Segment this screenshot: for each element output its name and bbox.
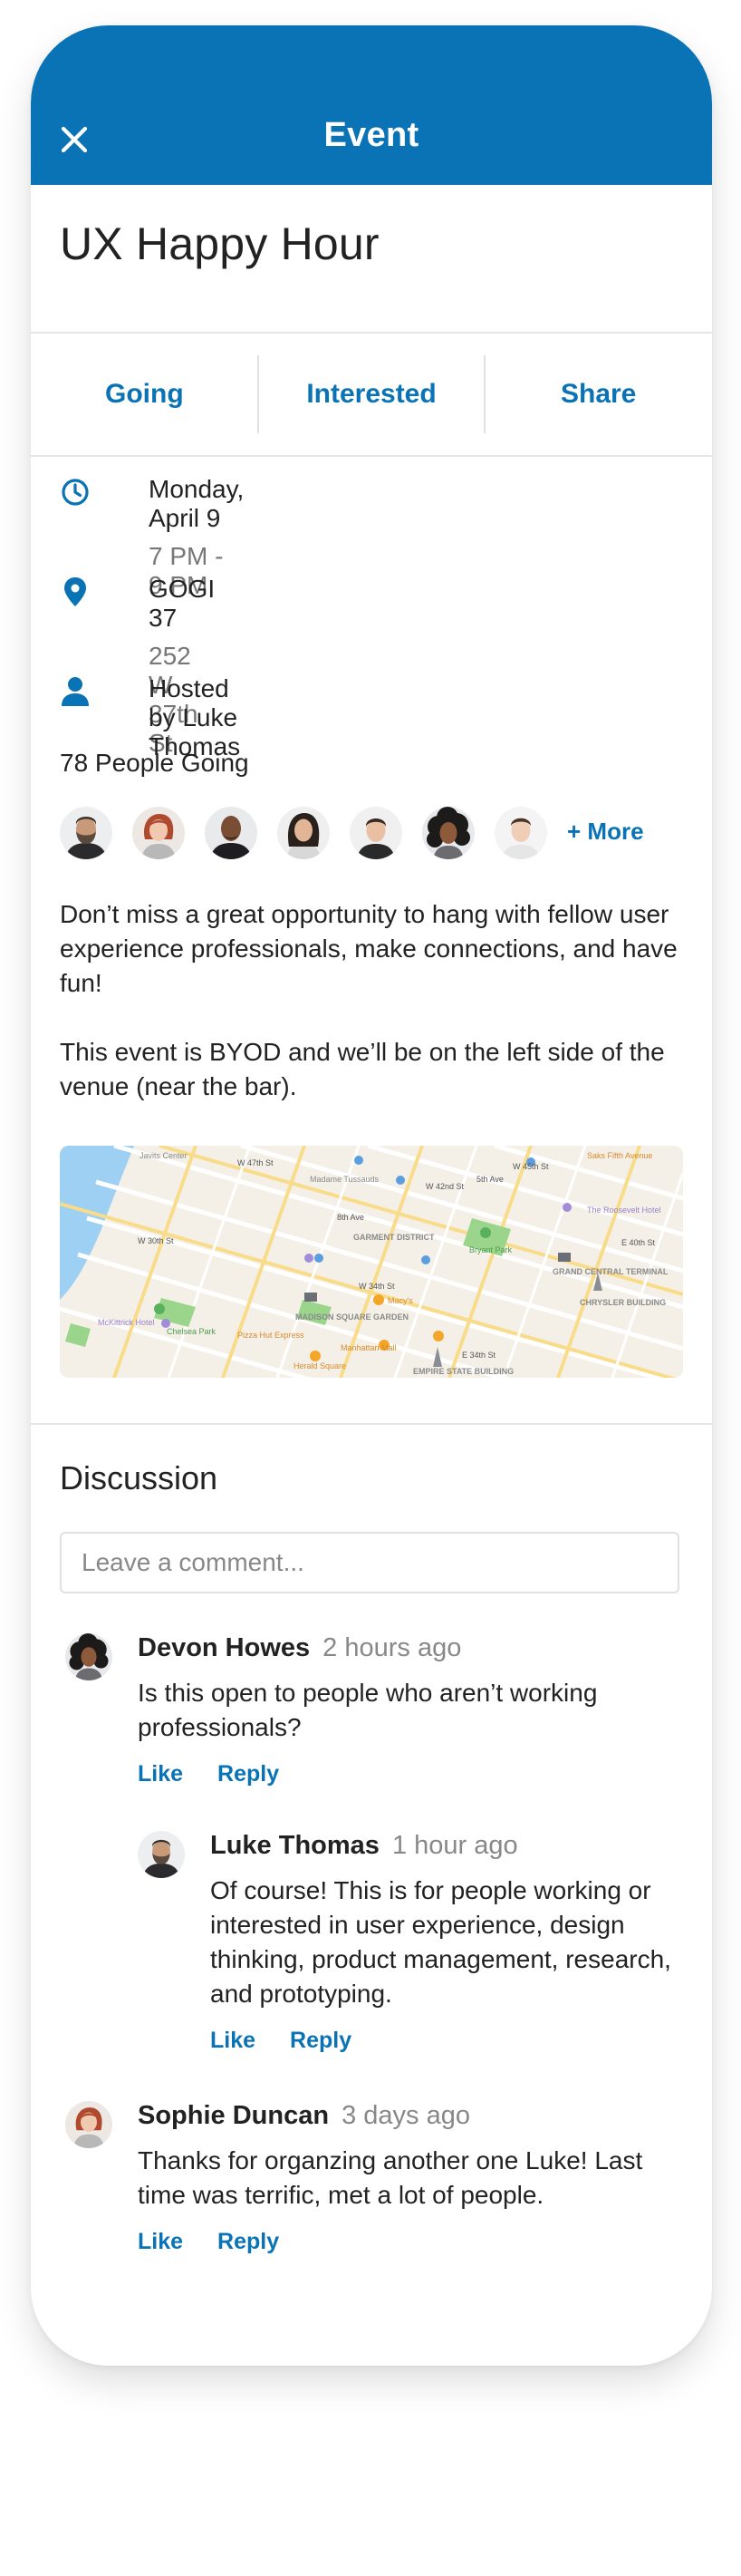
reply-button[interactable]: Reply bbox=[217, 2229, 279, 2254]
map-label: Herald Square bbox=[294, 1361, 346, 1370]
map-label: Manhattan Mall bbox=[341, 1343, 397, 1352]
map-label: W 47th St bbox=[237, 1158, 274, 1167]
divider bbox=[31, 455, 712, 457]
comment-time: 3 days ago bbox=[342, 2101, 470, 2130]
more-attendees-link[interactable]: + More bbox=[567, 818, 644, 846]
venue-name: GOGI 37 bbox=[149, 575, 216, 632]
discussion-title: Discussion bbox=[60, 1459, 218, 1496]
page-title: Event bbox=[323, 116, 419, 154]
event-date-row: Monday, April 9 7 PM - 9 PM bbox=[60, 475, 244, 599]
map-label: Macy's bbox=[388, 1296, 413, 1305]
map-label: CHRYSLER BUILDING bbox=[580, 1298, 666, 1307]
app-bar: Event bbox=[31, 25, 712, 185]
comment-time: 2 hours ago bbox=[322, 1633, 462, 1662]
divider bbox=[484, 355, 486, 433]
like-button[interactable]: Like bbox=[138, 2229, 183, 2254]
location-pin-icon bbox=[60, 576, 91, 607]
event-screen: Event UX Happy Hour Going Interested Sha… bbox=[31, 25, 712, 2366]
map-label: W 45th St bbox=[513, 1162, 549, 1171]
divider bbox=[257, 355, 259, 433]
map-label: W 42nd St bbox=[426, 1182, 465, 1191]
avatar[interactable] bbox=[138, 1831, 185, 1878]
comment-author[interactable]: Sophie Duncan bbox=[138, 2101, 329, 2130]
event-location-row[interactable]: GOGI 37 252 W 37th St bbox=[60, 575, 215, 757]
comment-text: Of course! This is for people working or… bbox=[210, 1876, 671, 2008]
map-label: E 40th St bbox=[621, 1238, 656, 1247]
location-map[interactable]: Javits Center Madame Tussauds Saks Fifth… bbox=[60, 1146, 683, 1378]
comment-text: Thanks for organzing another one Luke! L… bbox=[138, 2146, 643, 2209]
map-label: EMPIRE STATE BUILDING bbox=[413, 1367, 514, 1376]
event-description: Don’t miss a great opportunity to hang w… bbox=[60, 900, 678, 997]
map-label: MADISON SQUARE GARDEN bbox=[295, 1312, 409, 1322]
reply-button[interactable]: Reply bbox=[290, 2028, 351, 2053]
interested-button[interactable]: Interested bbox=[258, 334, 486, 455]
comment-time: 1 hour ago bbox=[391, 1831, 518, 1860]
like-button[interactable]: Like bbox=[138, 1761, 183, 1787]
clock-icon bbox=[60, 477, 91, 508]
avatar[interactable] bbox=[132, 807, 185, 859]
avatar[interactable] bbox=[205, 807, 257, 859]
map-label: Pizza Hut Express bbox=[237, 1331, 304, 1340]
avatar[interactable] bbox=[65, 2101, 112, 2148]
avatar[interactable] bbox=[350, 807, 402, 859]
map-label: Saks Fifth Avenue bbox=[587, 1151, 652, 1160]
divider bbox=[31, 1423, 712, 1425]
like-button[interactable]: Like bbox=[210, 2028, 255, 2053]
map-label: 5th Ave bbox=[476, 1175, 504, 1184]
avatar[interactable] bbox=[60, 807, 112, 859]
avatar[interactable] bbox=[277, 807, 330, 859]
avatar[interactable] bbox=[422, 807, 475, 859]
map-label: W 34th St bbox=[359, 1282, 395, 1291]
map-label: E 34th St bbox=[462, 1351, 496, 1360]
map-label: Madame Tussauds bbox=[310, 1175, 380, 1184]
map-label: GARMENT DISTRICT bbox=[353, 1233, 435, 1242]
event-date: Monday, April 9 bbox=[149, 475, 245, 532]
map-label: GRAND CENTRAL TERMINAL bbox=[553, 1267, 669, 1276]
map-label: Javits Center bbox=[140, 1151, 188, 1160]
map-label: W 30th St bbox=[138, 1236, 174, 1245]
going-button[interactable]: Going bbox=[31, 334, 258, 455]
avatar[interactable] bbox=[495, 807, 547, 859]
map-label: Chelsea Park bbox=[167, 1327, 217, 1336]
avatar[interactable] bbox=[65, 1633, 112, 1680]
event-host-row: Hosted by Luke Thomas bbox=[60, 674, 240, 760]
comment-author[interactable]: Luke Thomas bbox=[210, 1831, 380, 1860]
reply-button[interactable]: Reply bbox=[217, 1761, 279, 1787]
event-description-note: This event is BYOD and we’ll be on the l… bbox=[60, 1038, 665, 1100]
event-title: UX Happy Hour bbox=[60, 218, 380, 269]
action-bar: Going Interested Share bbox=[31, 334, 712, 455]
comment-input[interactable] bbox=[60, 1532, 679, 1593]
map-label: The Roosevelt Hotel bbox=[587, 1206, 661, 1215]
attendee-count: 78 People Going bbox=[60, 749, 249, 777]
comment-text: Is this open to people who aren’t workin… bbox=[138, 1679, 598, 1741]
share-button[interactable]: Share bbox=[485, 334, 712, 455]
map-label: McKittrick Hotel bbox=[98, 1318, 155, 1327]
map-label: 8th Ave bbox=[337, 1213, 364, 1222]
person-icon bbox=[60, 676, 91, 707]
comment-author[interactable]: Devon Howes bbox=[138, 1633, 310, 1662]
map-label: Bryant Park bbox=[469, 1245, 513, 1254]
